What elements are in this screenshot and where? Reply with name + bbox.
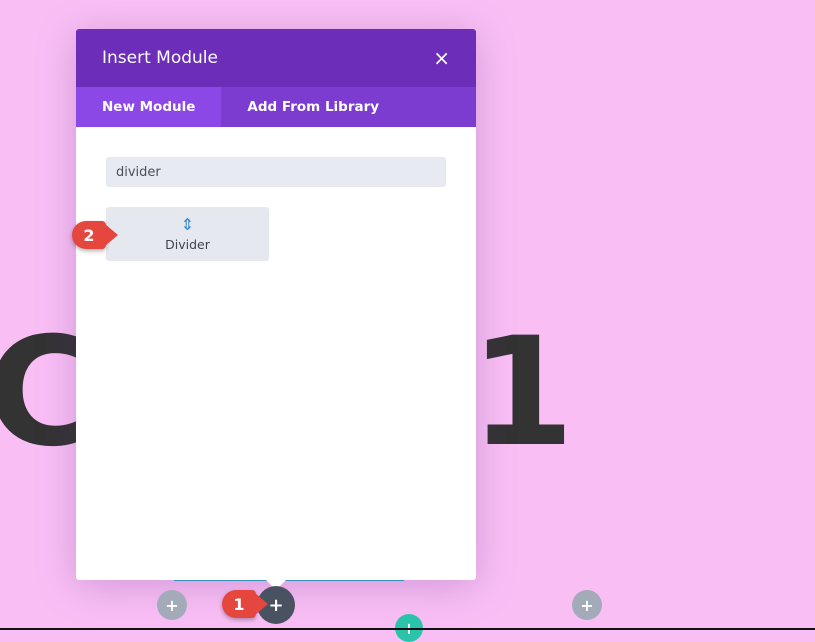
step-callout-1: 1 (222, 590, 268, 618)
close-icon[interactable]: × (433, 48, 450, 68)
insert-module-modal: Insert Module × New Module Add From Libr… (76, 29, 476, 580)
tab-new-module[interactable]: New Module (76, 87, 222, 127)
module-search-input[interactable] (106, 157, 446, 187)
background-letter-1: 1 (470, 306, 575, 480)
modal-title: Insert Module (102, 48, 218, 68)
modal-tabs: New Module Add From Library (76, 87, 476, 127)
step-callout-2: 2 (72, 221, 118, 249)
modal-header: Insert Module × (76, 29, 476, 87)
tab-add-from-library[interactable]: Add From Library (221, 87, 405, 127)
module-label: Divider (165, 236, 210, 252)
divider-icon: ⇕ (180, 214, 195, 234)
add-column-button-right[interactable]: + (572, 590, 602, 620)
module-tile-divider[interactable]: ⇕ Divider (106, 207, 269, 261)
add-column-button[interactable]: + (157, 590, 187, 620)
